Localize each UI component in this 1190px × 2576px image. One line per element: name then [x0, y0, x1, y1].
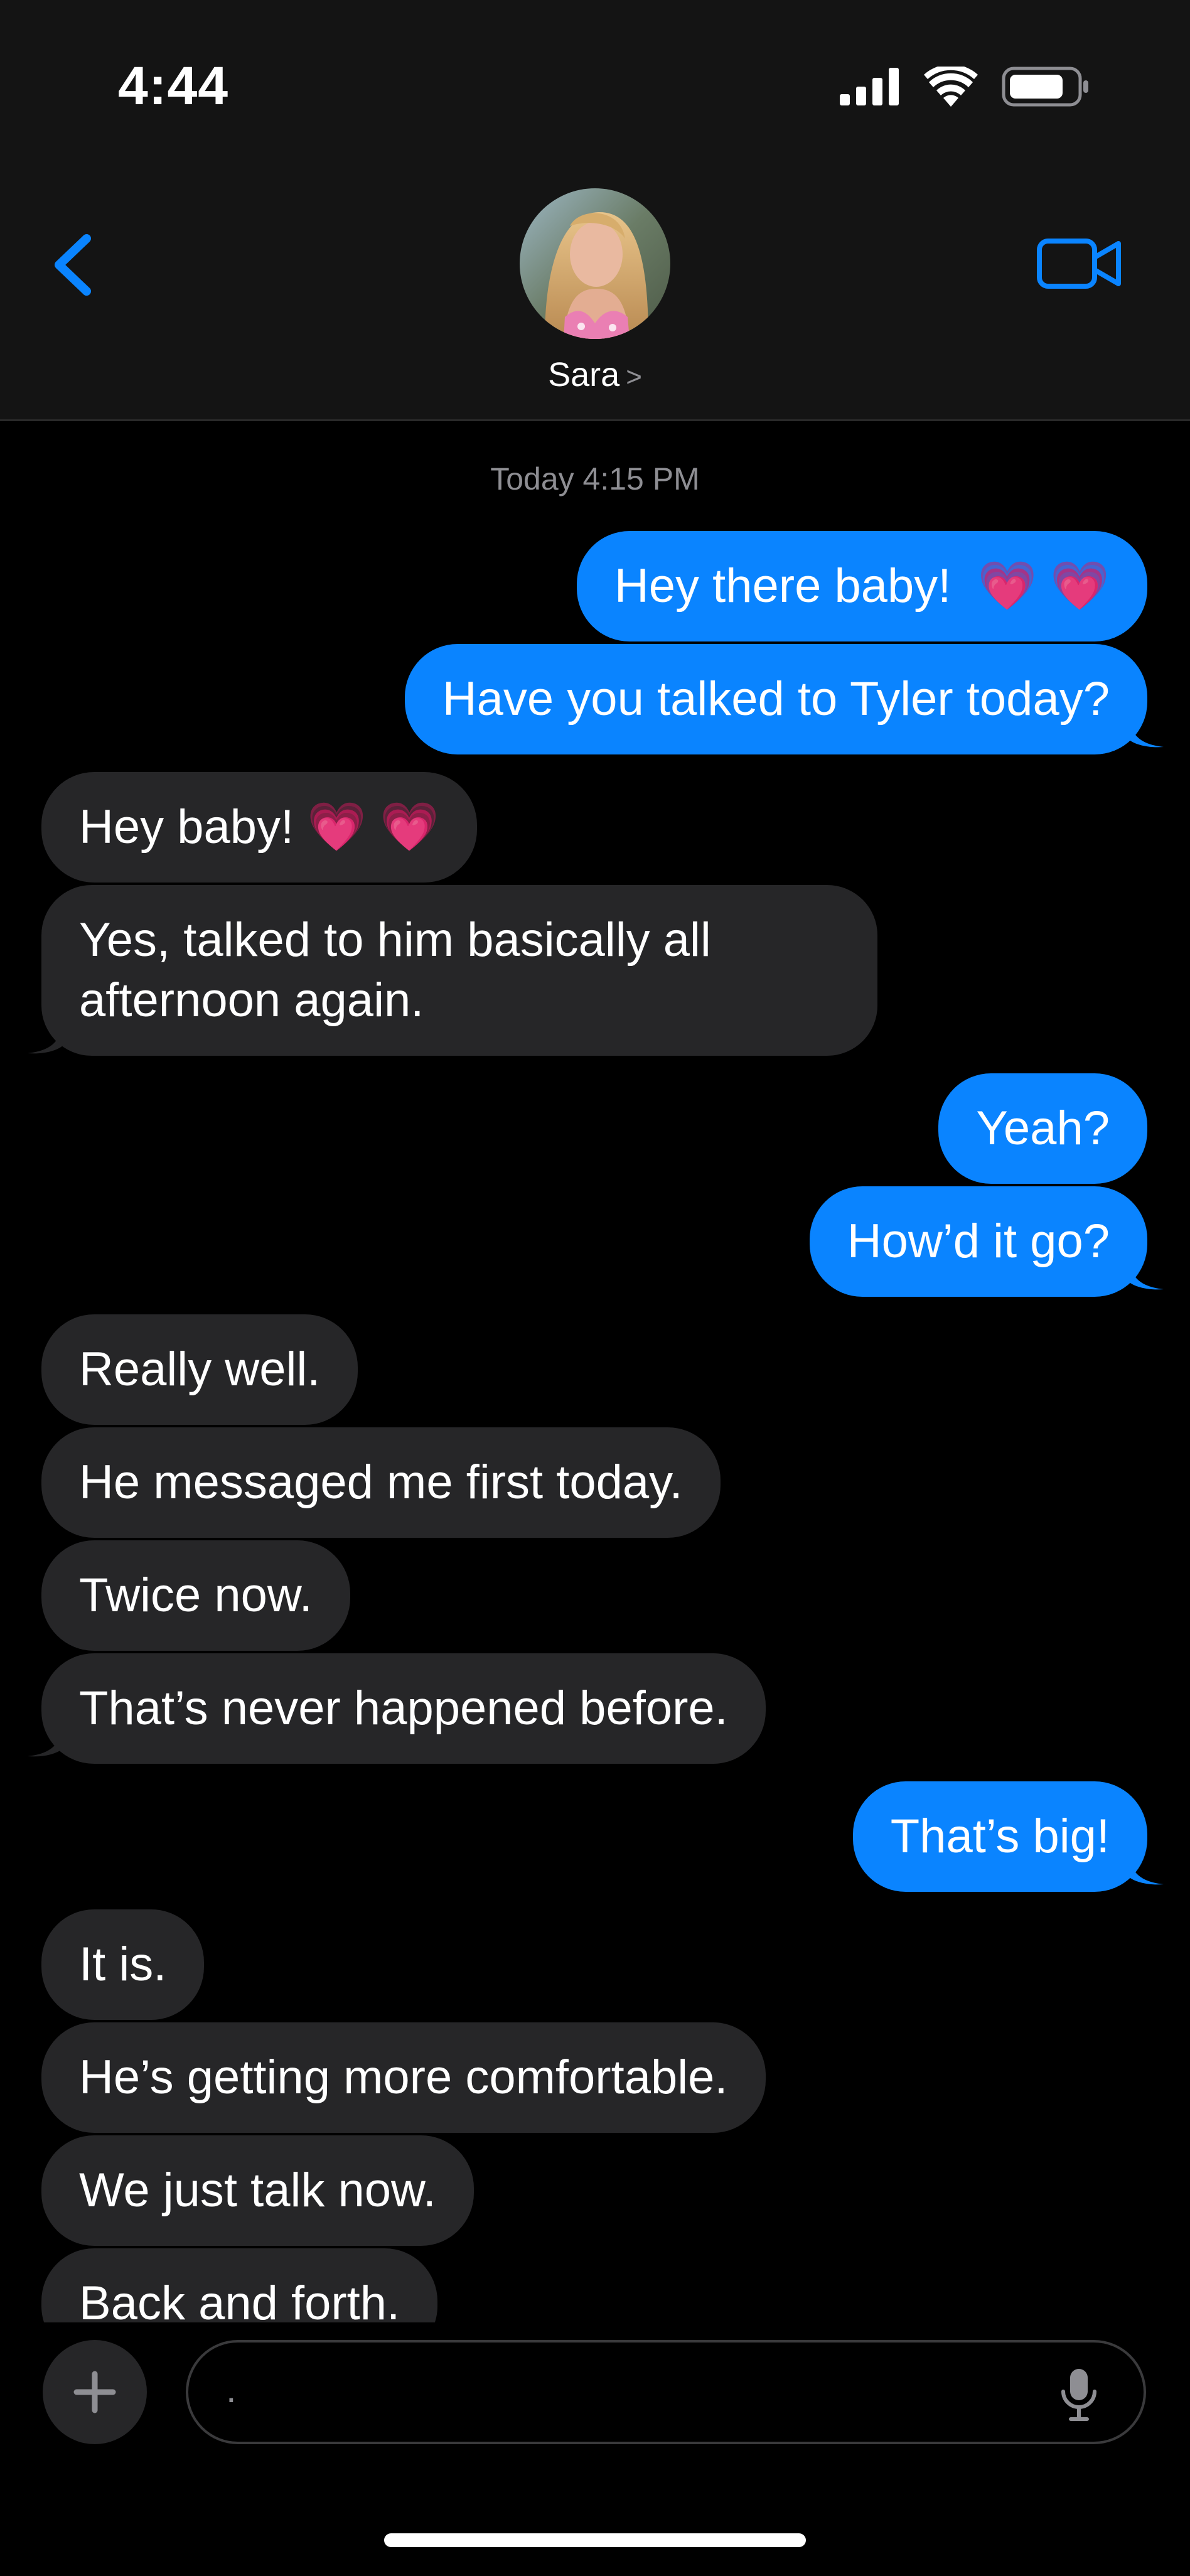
status-icons: [840, 67, 1090, 107]
message-text: Twice now.: [79, 1569, 313, 1622]
avatar-photo: [520, 188, 670, 339]
message-text: Hey there baby!: [614, 559, 951, 613]
contact-name[interactable]: Sara >: [0, 355, 1190, 394]
microphone-icon[interactable]: [1057, 2366, 1101, 2423]
message-bubble-sent[interactable]: Have you talked to Tyler today?: [404, 644, 1147, 754]
message-text: Yes, talked to him basically all afterno…: [79, 913, 711, 1027]
message-text: He’s getting more comfortable.: [79, 2051, 728, 2104]
message-input[interactable]: .: [186, 2340, 1146, 2444]
conversation-header: 4:44 Sara >: [0, 0, 1190, 421]
message-bubble-received[interactable]: He’s getting more comfortable.: [41, 2022, 766, 2133]
message-bubble-sent[interactable]: Yeah?: [938, 1073, 1147, 1184]
message-bubble-received[interactable]: Yes, talked to him basically all afterno…: [41, 885, 877, 1056]
message-bubble-sent[interactable]: That’s big!: [852, 1781, 1147, 1892]
status-time: 4:44: [118, 56, 229, 116]
message-bubble-received[interactable]: Really well.: [41, 1314, 358, 1425]
message-input-value: .: [226, 2368, 237, 2410]
message-text: We just talk now.: [79, 2164, 436, 2217]
message-list[interactable]: Today 4:15 PM Hey there baby! 💗 💗 Have y…: [0, 421, 1190, 2322]
message-text: Hey baby!: [79, 800, 294, 854]
message-text: That’s big!: [890, 1810, 1110, 1863]
chevron-left-icon: [55, 234, 91, 296]
home-indicator[interactable]: [384, 2533, 806, 2547]
message-text: It is.: [79, 1938, 167, 1991]
battery-icon: [1002, 67, 1088, 107]
video-camera-icon: [1037, 239, 1121, 289]
conversation-timestamp: Today 4:15 PM: [490, 461, 700, 496]
message-bubble-received[interactable]: Twice now.: [41, 1540, 350, 1651]
message-text: He messaged me first today.: [79, 1456, 683, 1509]
message-bubble-received[interactable]: Hey baby! 💗 💗: [41, 772, 477, 883]
message-text: Have you talked to Tyler today?: [442, 672, 1110, 726]
composer-bar: .: [0, 2322, 1190, 2576]
bubble-tail: [1128, 1854, 1164, 1885]
contact-avatar[interactable]: [520, 188, 670, 339]
wifi-icon: [924, 67, 978, 107]
message-text: That’s never happened before.: [79, 1682, 728, 1735]
heart-emoji: 💗 💗: [977, 559, 1110, 613]
message-bubble-received[interactable]: It is.: [41, 1909, 205, 2020]
message-bubble-received[interactable]: He messaged me first today.: [41, 1427, 721, 1538]
heart-emoji: 💗 💗: [307, 800, 439, 854]
message-bubble-received[interactable]: We just talk now.: [41, 2135, 474, 2246]
message-text: Back and forth.: [79, 2277, 400, 2322]
contact-name-label: Sara: [548, 356, 620, 394]
message-bubble-received[interactable]: Back and forth.: [41, 2248, 438, 2322]
back-button[interactable]: [44, 226, 100, 301]
bubble-tail: [28, 1726, 63, 1757]
apps-plus-button[interactable]: [43, 2340, 147, 2444]
message-text: Yeah?: [976, 1102, 1110, 1155]
bubble-tail: [1128, 717, 1164, 748]
message-bubble-received[interactable]: That’s never happened before.: [41, 1653, 766, 1764]
message-text: Really well.: [79, 1343, 321, 1396]
message-text: How’d it go?: [847, 1215, 1110, 1268]
bubble-tail: [1128, 1259, 1164, 1290]
message-bubble-sent[interactable]: How’d it go?: [809, 1186, 1147, 1297]
cellular-signal-icon: [840, 68, 899, 105]
message-bubble-sent[interactable]: Hey there baby! 💗 💗: [576, 531, 1147, 641]
bubble-tail: [28, 1023, 63, 1054]
chevron-right-icon: >: [626, 362, 642, 392]
plus-icon: [73, 2371, 116, 2413]
facetime-video-button[interactable]: [1036, 232, 1123, 295]
